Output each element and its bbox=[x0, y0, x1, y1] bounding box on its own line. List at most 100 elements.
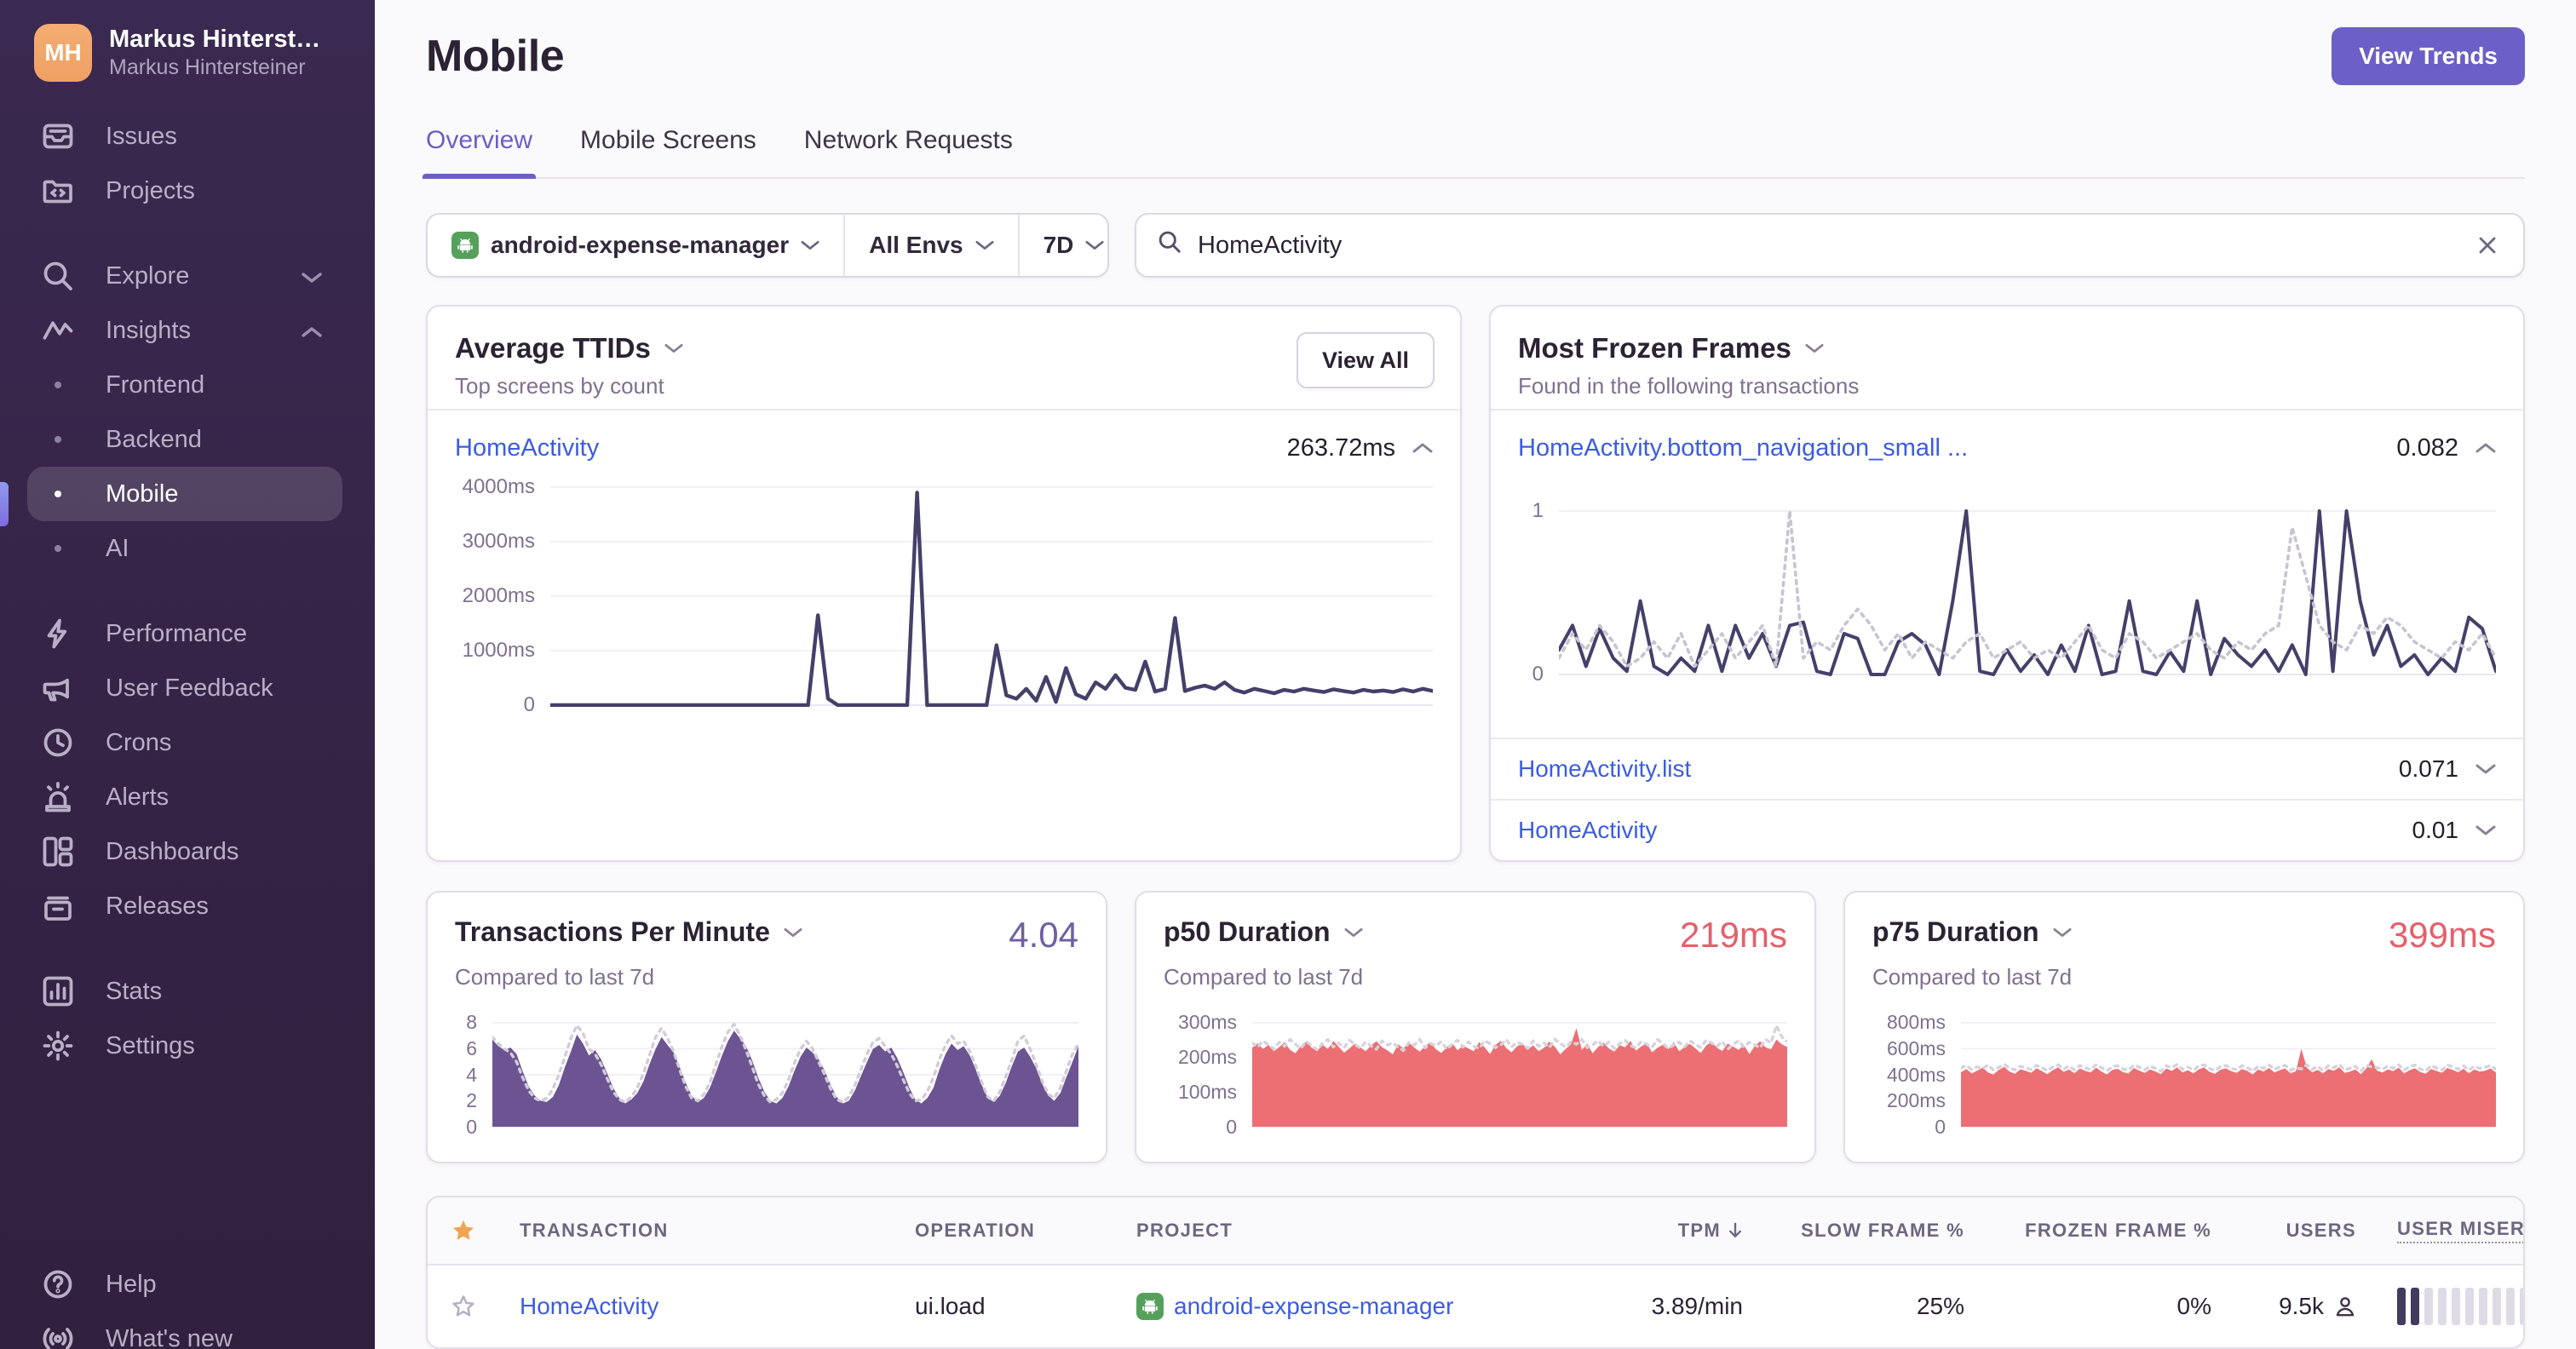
favorite-column-header[interactable] bbox=[428, 1218, 499, 1243]
tpm-cell: 3.89/min bbox=[1651, 1293, 1743, 1319]
column-header-users[interactable]: USERS bbox=[2232, 1220, 2377, 1242]
card-subtitle: Compared to last 7d bbox=[455, 964, 655, 990]
frozen-collapsed-row: HomeActivity 0.01 bbox=[1491, 799, 2523, 860]
ttid-accordion-row: HomeActivity 263.72ms bbox=[428, 410, 1460, 485]
project-link[interactable]: android-expense-manager bbox=[1174, 1293, 1453, 1320]
chevron-down-icon bbox=[1085, 239, 1104, 251]
sidebar-item-issues[interactable]: Issues bbox=[27, 109, 342, 164]
clock-icon bbox=[41, 726, 75, 760]
chevron-down-icon[interactable] bbox=[784, 927, 802, 939]
sidebar-item-explore[interactable]: Explore bbox=[27, 249, 342, 303]
view-all-button[interactable]: View All bbox=[1296, 332, 1435, 388]
column-header-user-misery[interactable]: USER MISERY bbox=[2377, 1218, 2523, 1243]
chevron-down-icon[interactable] bbox=[1344, 927, 1363, 939]
card-title: p75 Duration bbox=[1872, 916, 2039, 947]
environment-selector[interactable]: All Envs bbox=[843, 215, 1017, 276]
column-header-project[interactable]: PROJECT bbox=[1116, 1220, 1593, 1242]
sidebar-item-alerts[interactable]: Alerts bbox=[27, 770, 342, 824]
help-icon bbox=[41, 1267, 75, 1301]
sidebar-item-label: Backend bbox=[106, 425, 202, 453]
sidebar-item-label: Settings bbox=[106, 1031, 195, 1059]
sidebar-item-whats-new[interactable]: What's new bbox=[27, 1312, 342, 1349]
card-subtitle: Compared to last 7d bbox=[1164, 964, 1364, 990]
chevron-down-icon[interactable] bbox=[2475, 763, 2496, 775]
chevron-down-icon[interactable] bbox=[1805, 342, 1824, 354]
column-header-transaction[interactable]: TRANSACTION bbox=[499, 1220, 894, 1242]
sidebar-item-label: Help bbox=[106, 1270, 157, 1298]
sidebar-footer: Help What's new bbox=[0, 1257, 375, 1349]
sidebar-item-frontend[interactable]: Frontend bbox=[27, 358, 342, 412]
sidebar-item-insights[interactable]: Insights bbox=[27, 303, 342, 358]
transaction-link[interactable]: HomeActivity bbox=[1518, 817, 1657, 844]
org-name: Markus Hintersteiner bbox=[109, 26, 331, 53]
tab-network-requests[interactable]: Network Requests bbox=[804, 126, 1013, 177]
y-axis-labels: 300ms 200ms 100ms 0 bbox=[1177, 1011, 1237, 1138]
transaction-link[interactable]: HomeActivity.bottom_navigation_small ... bbox=[1518, 434, 1968, 462]
sidebar-item-dashboards[interactable]: Dashboards bbox=[27, 824, 342, 879]
frozen-accordion-row: HomeActivity.bottom_navigation_small ...… bbox=[1491, 410, 2523, 485]
p75-value: 399ms bbox=[2388, 915, 2496, 955]
tpm-value: 4.04 bbox=[1009, 915, 1078, 955]
tab-bar: Overview Mobile Screens Network Requests bbox=[423, 126, 2525, 179]
sidebar-item-user-feedback[interactable]: User Feedback bbox=[27, 661, 342, 715]
sidebar-item-stats[interactable]: Stats bbox=[27, 964, 342, 1019]
sidebar-item-releases[interactable]: Releases bbox=[27, 879, 342, 933]
avg-ttids-card: Average TTIDs Top screens by count View … bbox=[426, 305, 1462, 862]
chevron-down-icon[interactable] bbox=[2475, 824, 2496, 836]
search-bar bbox=[1135, 213, 2525, 278]
users-cell: 9.5k bbox=[2232, 1293, 2377, 1320]
avatar: MH bbox=[34, 24, 92, 82]
app-root: MH Markus Hintersteiner Markus Hinterste… bbox=[0, 0, 2576, 1349]
sidebar-item-ai[interactable]: AI bbox=[27, 521, 342, 576]
card-subtitle: Found in the following transactions bbox=[1518, 373, 1860, 399]
chevron-down-icon[interactable] bbox=[2053, 927, 2072, 939]
column-header-frozen-frame[interactable]: FROZEN FRAME % bbox=[1985, 1220, 2232, 1242]
project-selector[interactable]: android-expense-manager bbox=[428, 215, 843, 276]
column-header-operation[interactable]: OPERATION bbox=[894, 1220, 1116, 1242]
android-platform-icon bbox=[451, 232, 479, 259]
sidebar-item-label: Stats bbox=[106, 977, 163, 1005]
chevron-up-icon[interactable] bbox=[1412, 442, 1433, 454]
siren-icon bbox=[41, 780, 75, 814]
tab-overview[interactable]: Overview bbox=[423, 126, 536, 179]
sidebar-item-settings[interactable]: Settings bbox=[27, 1019, 342, 1073]
clear-search-icon[interactable] bbox=[2472, 230, 2503, 261]
sidebar-item-label: Projects bbox=[106, 176, 195, 204]
most-frozen-frames-card: Most Frozen Frames Found in the followin… bbox=[1489, 305, 2525, 862]
tpm-area-chart bbox=[492, 1021, 1078, 1128]
sidebar-item-label: Performance bbox=[106, 619, 248, 647]
sidebar: MH Markus Hintersteiner Markus Hinterste… bbox=[0, 0, 375, 1349]
sidebar-item-help[interactable]: Help bbox=[27, 1257, 342, 1312]
view-trends-button[interactable]: View Trends bbox=[2332, 27, 2525, 85]
star-outline-icon[interactable] bbox=[451, 1294, 476, 1319]
sidebar-item-label: User Feedback bbox=[106, 674, 273, 702]
transaction-link[interactable]: HomeActivity.list bbox=[1518, 755, 1691, 783]
projects-icon bbox=[41, 174, 75, 208]
sidebar-item-label: Alerts bbox=[106, 783, 170, 811]
org-switcher[interactable]: MH Markus Hintersteiner Markus Hinterste… bbox=[0, 0, 375, 82]
sidebar-item-label: Releases bbox=[106, 892, 209, 920]
tab-mobile-screens[interactable]: Mobile Screens bbox=[580, 126, 756, 177]
transaction-link[interactable]: HomeActivity bbox=[455, 434, 599, 462]
sidebar-item-label: Frontend bbox=[106, 370, 205, 399]
sidebar-item-projects[interactable]: Projects bbox=[27, 164, 342, 218]
transaction-link[interactable]: HomeActivity bbox=[520, 1293, 658, 1320]
chevron-down-icon bbox=[975, 239, 994, 251]
column-header-slow-frame[interactable]: SLOW FRAME % bbox=[1763, 1220, 1985, 1242]
date-range-selector[interactable]: 7D bbox=[1017, 215, 1129, 276]
chevron-up-icon[interactable] bbox=[2475, 442, 2496, 454]
sidebar-item-mobile[interactable]: Mobile bbox=[27, 467, 342, 521]
tpm-card: Transactions Per Minute 4.04 Compared to… bbox=[426, 891, 1107, 1163]
sidebar-item-performance[interactable]: Performance bbox=[27, 606, 342, 661]
sidebar-item-crons[interactable]: Crons bbox=[27, 715, 342, 770]
card-subtitle: Top screens by count bbox=[455, 373, 664, 399]
table-header-row: TRANSACTION OPERATION PROJECT TPM SLOW F… bbox=[428, 1197, 2523, 1266]
transactions-table: TRANSACTION OPERATION PROJECT TPM SLOW F… bbox=[426, 1196, 2525, 1349]
search-input[interactable] bbox=[1198, 231, 2457, 260]
sidebar-item-label: Crons bbox=[106, 728, 172, 756]
sidebar-item-backend[interactable]: Backend bbox=[27, 412, 342, 467]
sidebar-item-label: Dashboards bbox=[106, 837, 239, 865]
chevron-down-icon[interactable] bbox=[664, 342, 683, 354]
column-header-tpm[interactable]: TPM bbox=[1593, 1220, 1763, 1242]
p50-value: 219ms bbox=[1679, 915, 1787, 955]
